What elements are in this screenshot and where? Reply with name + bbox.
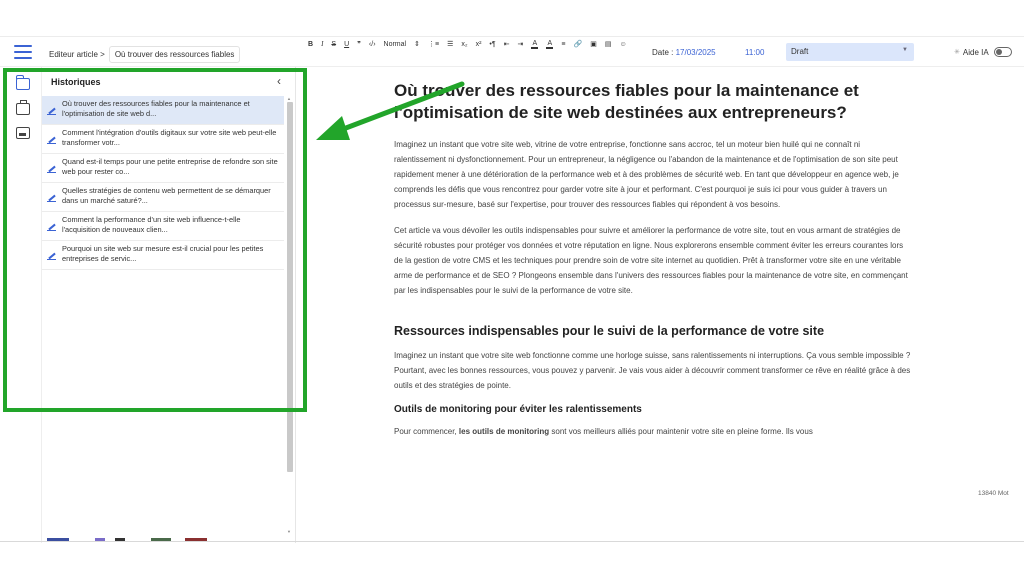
- article-paragraph[interactable]: Cet article va vous dévoiler les outils …: [394, 223, 914, 298]
- menu-icon[interactable]: [14, 45, 32, 59]
- history-item-label: Quelles stratégies de contenu web permet…: [62, 186, 271, 205]
- breadcrumb: Editeur article > Où trouver des ressour…: [49, 46, 241, 63]
- code-icon[interactable]: ‹/›: [369, 41, 376, 48]
- sparkle-icon: ✳: [954, 49, 960, 56]
- align-icon[interactable]: ≡: [561, 41, 565, 48]
- link-icon[interactable]: 🔗: [573, 40, 582, 48]
- italic-button[interactable]: I: [321, 40, 323, 48]
- article-paragraph[interactable]: Imaginez un instant que votre site web, …: [394, 137, 914, 212]
- text-color-icon[interactable]: A: [531, 40, 539, 49]
- history-panel: Historiques ‹ Où trouver des ressources …: [42, 67, 296, 543]
- indent-icon[interactable]: ⇥: [518, 40, 524, 48]
- date-label: Date :: [652, 48, 674, 57]
- date-display: Date : 17/03/2025: [652, 48, 716, 57]
- image-insert-icon[interactable]: ▣: [590, 40, 597, 48]
- pencil-icon: [47, 136, 56, 144]
- quote-icon[interactable]: ❞: [357, 40, 361, 48]
- ai-assist-toggle[interactable]: ✳ Aide IA: [954, 47, 1012, 57]
- chevron-down-icon: ▼: [902, 47, 908, 53]
- chevron-left-icon[interactable]: ‹: [277, 74, 281, 88]
- bullet-list-icon[interactable]: ☰: [447, 40, 453, 48]
- toggle-switch[interactable]: [993, 47, 1012, 57]
- history-item-label: Comment la performance d'un site web inf…: [62, 215, 241, 234]
- paragraph-text: sont vos meilleurs alliés pour maintenir…: [549, 427, 813, 436]
- image-icon[interactable]: [16, 127, 30, 139]
- history-title: Historiques: [51, 77, 101, 87]
- breadcrumb-root[interactable]: Editeur article >: [49, 50, 105, 59]
- briefcase-icon[interactable]: [16, 100, 30, 115]
- date-value[interactable]: 17/03/2025: [676, 48, 716, 57]
- folder-icon[interactable]: [15, 75, 30, 90]
- article-editor[interactable]: Où trouver des ressources fiables pour l…: [394, 80, 914, 450]
- history-item[interactable]: Quelles stratégies de contenu web permet…: [42, 183, 284, 212]
- pencil-icon: [47, 107, 56, 115]
- history-item[interactable]: Quand est-il temps pour une petite entre…: [42, 154, 284, 183]
- left-rail: [0, 67, 42, 543]
- article-paragraph[interactable]: Pour commencer, les outils de monitoring…: [394, 424, 914, 439]
- history-item-label: Quand est-il temps pour une petite entre…: [62, 157, 278, 176]
- history-item-label: Pourquoi un site web sur mesure est-il c…: [62, 244, 264, 263]
- subscript-button[interactable]: x₂: [461, 41, 467, 48]
- scroll-down-icon[interactable]: ▼: [287, 529, 291, 534]
- video-insert-icon[interactable]: ▤: [605, 40, 612, 48]
- strikethrough-button[interactable]: S: [331, 41, 336, 48]
- bold-button[interactable]: B: [308, 41, 313, 48]
- history-item[interactable]: Comment l'intégration d'outils digitaux …: [42, 125, 284, 154]
- breadcrumb-current: Où trouver des ressources fiables: [108, 46, 241, 63]
- outdent-icon[interactable]: ⇤: [504, 40, 510, 48]
- status-select[interactable]: Draft ▼: [786, 43, 914, 61]
- format-select[interactable]: Normal: [384, 41, 407, 48]
- ordered-list-icon[interactable]: ⋮≡: [428, 40, 439, 48]
- article-title[interactable]: Où trouver des ressources fiables pour l…: [394, 80, 914, 124]
- time-value[interactable]: 11:00: [745, 48, 764, 57]
- paragraph-bold-text: les outils de monitoring: [458, 427, 550, 436]
- pencil-icon: [47, 165, 56, 173]
- pencil-icon: [47, 194, 56, 202]
- word-count: 13840 Mot: [978, 490, 1009, 497]
- ai-label: Aide IA: [962, 47, 989, 57]
- background-color-icon[interactable]: A: [546, 40, 554, 49]
- formatting-toolbar: B I S U ❞ ‹/› Normal ⇕ ⋮≡ ☰ x₂ x² •¶ ⇤ ⇥…: [308, 37, 635, 51]
- app-bottom-border: [0, 541, 1024, 542]
- format-caret-icon[interactable]: ⇕: [414, 40, 420, 48]
- pencil-icon: [47, 223, 56, 231]
- paragraph-text: Pour commencer,: [394, 427, 459, 436]
- history-item-label: Comment l'intégration d'outils digitaux …: [62, 128, 277, 147]
- history-item[interactable]: Où trouver des ressources fiables pour l…: [42, 96, 284, 125]
- superscript-button[interactable]: x²: [476, 41, 482, 48]
- history-item[interactable]: Pourquoi un site web sur mesure est-il c…: [42, 241, 284, 270]
- pencil-icon: [47, 252, 56, 260]
- history-scrollbar[interactable]: ▲ ▼: [286, 96, 293, 536]
- status-value: Draft: [791, 47, 809, 56]
- history-item[interactable]: Comment la performance d'un site web inf…: [42, 212, 284, 241]
- article-heading-2[interactable]: Ressources indispensables pour le suivi …: [394, 324, 914, 338]
- article-paragraph[interactable]: Imaginez un instant que votre site web f…: [394, 348, 914, 393]
- paragraph-icon[interactable]: •¶: [489, 41, 495, 48]
- scroll-thumb[interactable]: [287, 102, 293, 472]
- scroll-up-icon[interactable]: ▲: [287, 96, 291, 101]
- emoji-icon[interactable]: ☺: [619, 41, 626, 48]
- underline-button[interactable]: U: [344, 41, 349, 48]
- history-list: Où trouver des ressources fiables pour l…: [42, 96, 284, 270]
- article-heading-3[interactable]: Outils de monitoring pour éviter les ral…: [394, 404, 914, 415]
- history-item-label: Où trouver des ressources fiables pour l…: [62, 99, 250, 118]
